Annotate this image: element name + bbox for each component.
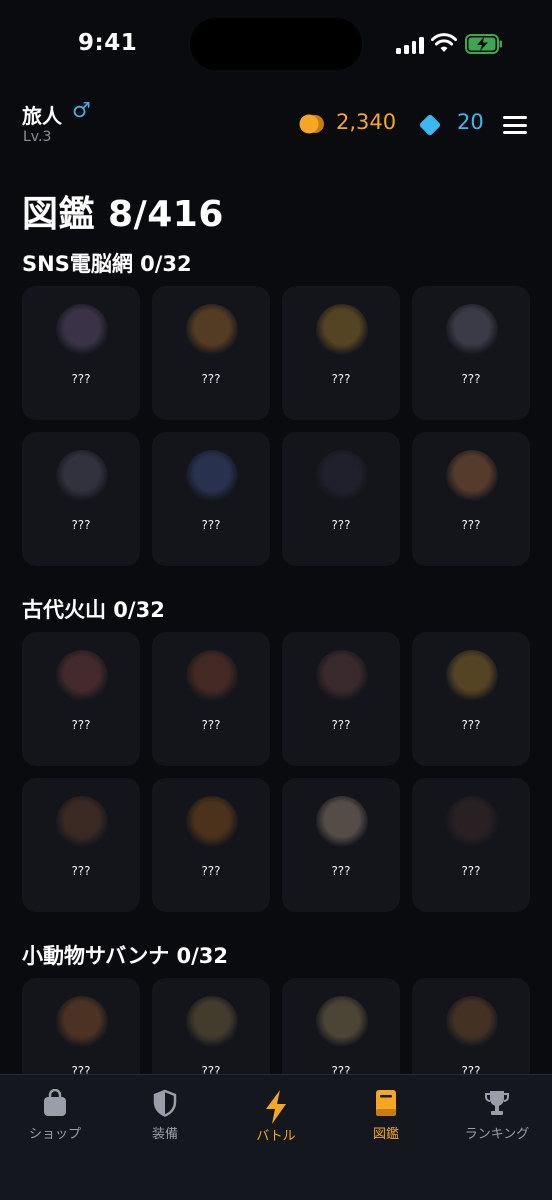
- dynamic-island: [190, 18, 362, 70]
- bottom-tab-bar: ショップ 装備 バトル 図鑑 ランキング: [0, 1074, 552, 1200]
- tab-label: 装備: [151, 1127, 178, 1142]
- monster-card[interactable]: ???: [412, 286, 530, 420]
- monster-silhouette: [446, 650, 498, 702]
- tab-ranking[interactable]: ランキング: [442, 1089, 552, 1153]
- status-time: 9:41: [78, 30, 138, 56]
- section-title-volcano: 古代火山 0/32: [22, 598, 165, 622]
- monster-card[interactable]: ???: [412, 632, 530, 766]
- tab-label: 図鑑: [372, 1127, 399, 1142]
- monster-name: ???: [461, 372, 481, 386]
- monster-name: ???: [71, 864, 91, 878]
- monster-silhouette: [446, 796, 498, 848]
- monster-name: ???: [331, 718, 351, 732]
- monster-silhouette: [446, 450, 498, 502]
- monster-card[interactable]: ???: [152, 778, 270, 912]
- monster-name: ???: [201, 372, 221, 386]
- tab-shop[interactable]: ショップ: [0, 1089, 110, 1153]
- monster-silhouette: [316, 650, 368, 702]
- monster-silhouette: [56, 996, 108, 1048]
- section-title-savanna: 小動物サバンナ 0/32: [22, 944, 229, 968]
- gender-male-icon: ♂: [72, 98, 91, 122]
- tab-encyclopedia[interactable]: 図鑑: [331, 1089, 441, 1153]
- monster-silhouette: [186, 796, 238, 848]
- hamburger-menu-icon[interactable]: [503, 116, 527, 134]
- monster-card[interactable]: ???: [282, 432, 400, 566]
- status-bar: 9:41: [0, 0, 552, 90]
- monster-silhouette: [56, 796, 108, 848]
- monster-silhouette: [56, 650, 108, 702]
- monster-name: ???: [331, 372, 351, 386]
- monster-card[interactable]: ???: [152, 632, 270, 766]
- monster-card[interactable]: ???: [412, 432, 530, 566]
- tab-battle[interactable]: バトル: [221, 1089, 331, 1153]
- monster-name: ???: [331, 518, 351, 532]
- monster-card[interactable]: ???: [282, 286, 400, 420]
- monster-silhouette: [316, 450, 368, 502]
- monster-name: ???: [71, 372, 91, 386]
- monster-silhouette: [316, 996, 368, 1048]
- monster-name: ???: [331, 864, 351, 878]
- monster-grid-volcano: ??? ??? ??? ??? ??? ??? ??? ???: [22, 632, 530, 912]
- player-level: Lv.3: [23, 129, 52, 145]
- monster-silhouette: [186, 304, 238, 356]
- monster-silhouette: [186, 650, 238, 702]
- monster-silhouette: [56, 450, 108, 502]
- monster-name: ???: [461, 864, 481, 878]
- monster-card[interactable]: ???: [22, 432, 140, 566]
- monster-card[interactable]: ???: [22, 632, 140, 766]
- monster-name: ???: [71, 718, 91, 732]
- monster-card[interactable]: ???: [152, 286, 270, 420]
- monster-card[interactable]: ???: [282, 778, 400, 912]
- monster-silhouette: [446, 304, 498, 356]
- monster-name: ???: [461, 518, 481, 532]
- section-title-sns: SNS電脳網 0/32: [22, 252, 192, 276]
- monster-name: ???: [201, 518, 221, 532]
- monster-name: ???: [71, 518, 91, 532]
- monster-card[interactable]: ???: [22, 778, 140, 912]
- tab-label: ショップ: [28, 1127, 81, 1142]
- monster-name: ???: [201, 864, 221, 878]
- page-title: 図鑑 8/416: [22, 194, 224, 235]
- tab-label: バトル: [256, 1129, 296, 1144]
- battery-charging-icon: [465, 34, 502, 54]
- monster-silhouette: [56, 304, 108, 356]
- monster-card[interactable]: ???: [152, 432, 270, 566]
- book-icon: [376, 1090, 396, 1116]
- wifi-icon: [431, 33, 457, 52]
- shield-icon: [153, 1089, 177, 1117]
- shopping-bag-icon: [44, 1089, 66, 1116]
- monster-silhouette: [446, 996, 498, 1048]
- tab-equipment[interactable]: 装備: [110, 1089, 220, 1153]
- cellular-signal-icon: [396, 36, 424, 54]
- player-name[interactable]: 旅人: [22, 100, 62, 129]
- monster-card[interactable]: ???: [412, 778, 530, 912]
- coin-balance: 2,340: [336, 110, 397, 134]
- monster-name: ???: [461, 718, 481, 732]
- monster-grid-sns: ??? ??? ??? ??? ??? ??? ??? ???: [22, 286, 530, 566]
- coin-icon: [299, 114, 324, 134]
- monster-card[interactable]: ???: [22, 286, 140, 420]
- tab-label: ランキング: [464, 1127, 530, 1142]
- gem-icon: [419, 114, 441, 136]
- monster-card[interactable]: ???: [282, 632, 400, 766]
- monster-silhouette: [186, 996, 238, 1048]
- monster-name: ???: [201, 718, 221, 732]
- monster-silhouette: [316, 796, 368, 848]
- lightning-icon: [266, 1090, 286, 1124]
- gem-balance: 20: [457, 110, 484, 134]
- monster-silhouette: [186, 450, 238, 502]
- monster-silhouette: [316, 304, 368, 356]
- trophy-icon: [485, 1091, 509, 1115]
- player-header: 旅人 ♂ Lv.3 2,340 20: [0, 96, 552, 156]
